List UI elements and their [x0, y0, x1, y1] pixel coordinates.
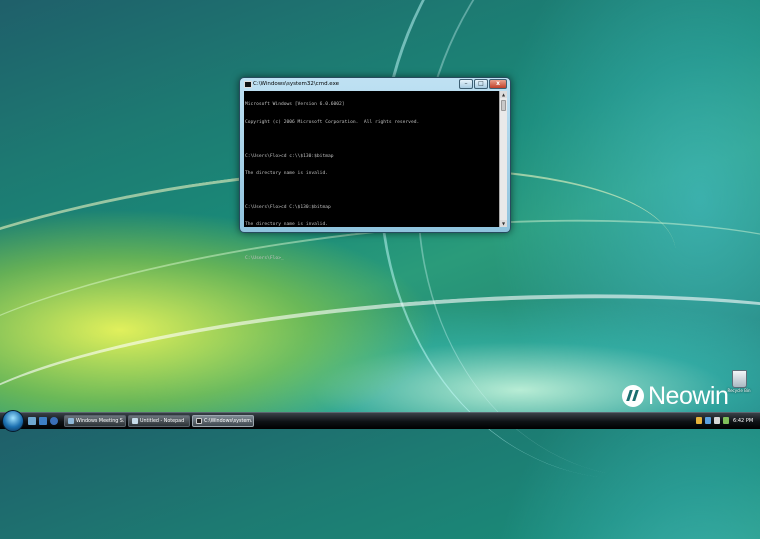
recycle-bin-desktop-icon[interactable]: Recycle Bin [726, 368, 752, 398]
start-button[interactable] [2, 410, 24, 432]
taskbar-button-notepad[interactable]: Untitled - Notepad [128, 415, 190, 427]
switch-windows-icon[interactable] [39, 417, 47, 425]
taskbar-button-label: Windows Meeting S... [76, 419, 124, 424]
show-desktop-icon[interactable] [28, 417, 36, 425]
console-line: C:\Users\Flo>cd C:\$130:$bitmap [245, 205, 331, 211]
recycle-bin-icon [732, 370, 747, 388]
taskbar-button-cmd[interactable]: C:\Windows\system... [192, 415, 254, 427]
network-tray-icon[interactable] [705, 417, 711, 424]
taskbar: Windows Meeting S... Untitled - Notepad … [0, 410, 760, 432]
minimize-button[interactable]: – [459, 79, 473, 89]
console-icon [244, 81, 252, 88]
console-output: Microsoft Windows [Version 6.0.6002] Cop… [245, 91, 495, 274]
console-line: Microsoft Windows [Version 6.0.6002] [245, 102, 345, 108]
watermark-text: Neowin [648, 381, 729, 410]
window-title: C:\Windows\system32\cmd.exe [253, 81, 340, 87]
scroll-down-arrow-icon[interactable]: ▼ [500, 220, 507, 227]
volume-tray-icon[interactable] [714, 417, 720, 424]
taskbar-button-label: Untitled - Notepad [140, 419, 185, 424]
console-prompt-line: C:\Users\Flo>_ [245, 256, 284, 262]
scroll-up-arrow-icon[interactable]: ▲ [500, 91, 507, 98]
command-prompt-window[interactable]: C:\Windows\system32\cmd.exe – □ x Micros… [239, 77, 511, 261]
console-line: Copyright (c) 2006 Microsoft Corporation… [245, 119, 420, 125]
maximize-button[interactable]: □ [474, 79, 488, 89]
power-tray-icon[interactable] [723, 417, 729, 424]
caption-buttons: – □ x [459, 79, 507, 89]
console-line: C:\Users\Flo>cd c:\\$130:$bitmap [245, 153, 334, 159]
close-button[interactable]: x [489, 79, 507, 89]
console-line: The directory name is invalid. [245, 222, 328, 228]
warning-tray-icon[interactable] [696, 417, 702, 424]
internet-explorer-icon[interactable] [50, 417, 58, 425]
console-line: The directory name is invalid. [245, 170, 328, 176]
console-icon [196, 418, 202, 424]
vertical-scrollbar[interactable]: ▲ ▼ [499, 91, 507, 227]
meeting-space-icon [68, 418, 74, 424]
window-title-bar[interactable]: C:\Windows\system32\cmd.exe – □ x [240, 78, 510, 91]
notepad-icon [132, 418, 138, 424]
console-output-area[interactable]: Microsoft Windows [Version 6.0.6002] Cop… [244, 91, 499, 261]
taskbar-button-label: C:\Windows\system... [204, 419, 252, 424]
scrollbar-thumb[interactable] [501, 100, 506, 111]
neowin-logo-icon [622, 385, 644, 407]
taskbar-button-windows-meeting-space[interactable]: Windows Meeting S... [64, 415, 126, 427]
neowin-watermark: Neowin [622, 381, 729, 411]
recycle-bin-label: Recycle Bin [727, 388, 751, 393]
taskbar-clock[interactable]: 6:42 PM [733, 415, 753, 427]
